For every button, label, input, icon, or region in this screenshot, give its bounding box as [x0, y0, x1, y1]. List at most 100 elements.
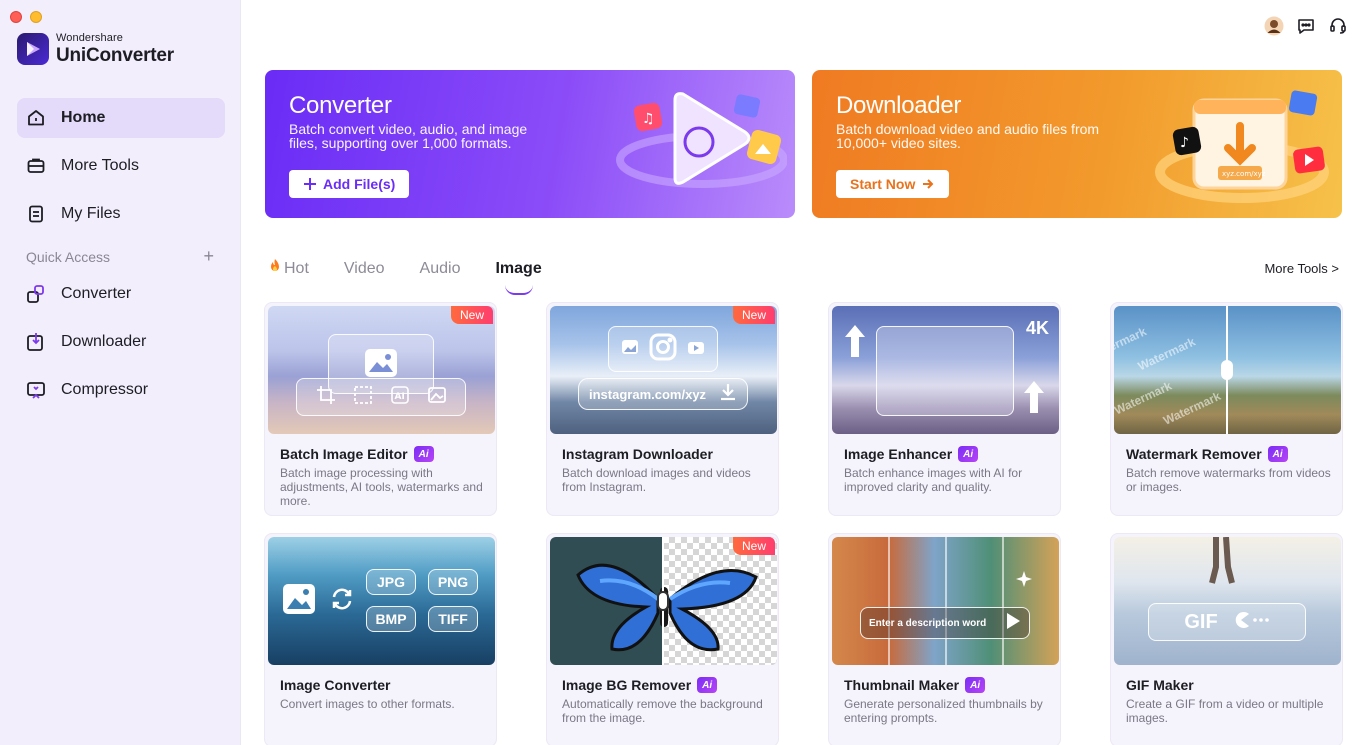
resolution-label: 4K [1025, 318, 1049, 338]
photo-icon [621, 339, 639, 360]
quick-access-label: Quick Access [26, 249, 111, 265]
add-files-button[interactable]: Add File(s) [289, 170, 410, 198]
message-icon[interactable] [1296, 16, 1316, 36]
tab-audio[interactable]: Audio [420, 258, 461, 279]
tool-card-image-enhancer[interactable]: 4K Image Enhancer Ai Batch enhance image… [828, 302, 1061, 516]
quick-access-header: Quick Access + [26, 247, 214, 265]
user-avatar-icon[interactable] [1264, 16, 1284, 36]
tab-video[interactable]: Video [344, 258, 385, 279]
tab-label: Audio [419, 259, 461, 277]
card-title-text: Thumbnail Maker [844, 677, 960, 693]
prompt-input-overlay: Enter a description word [869, 617, 987, 629]
image-file-icon [282, 583, 316, 620]
send-arrow-icon [1005, 612, 1021, 635]
card-title-text: Image Enhancer [844, 446, 953, 462]
arrow-up-icon [1023, 380, 1045, 419]
downloader-illustration-icon: xyz.com/xyz ♪ [1155, 90, 1329, 203]
ai-tool-icon: AI [390, 385, 410, 410]
card-title: Image Converter [280, 677, 390, 693]
tab-hot[interactable]: Hot [268, 258, 309, 279]
tool-card-batch-image-editor[interactable]: New AI Batch Image Editor Ai Batch image… [264, 302, 497, 516]
card-description: Automatically remove the background from… [562, 697, 763, 725]
minimize-window-button[interactable] [30, 11, 42, 23]
card-thumbnail: Enter a description word [832, 537, 1059, 665]
tool-card-watermark-remover[interactable]: Watermark Watermark Watermark Watermark … [1110, 302, 1343, 516]
card-description: Batch enhance images with AI for improve… [844, 466, 1023, 494]
downloader-banner-description: Batch download video and audio files fro… [836, 121, 1100, 151]
fire-icon [268, 258, 282, 279]
downloader-banner-title: Downloader [836, 92, 962, 119]
tool-card-thumbnail-maker[interactable]: Enter a description word Thumbnail Maker… [828, 533, 1061, 745]
tool-card-image-converter[interactable]: JPG PNG BMP TIFF Image Converter Convert… [264, 533, 497, 745]
card-title-text: Image BG Remover [562, 677, 692, 693]
svg-text:♪: ♪ [1180, 135, 1189, 151]
product-name: UniConverter [56, 45, 174, 66]
more-tools-link[interactable]: More Tools > [1264, 261, 1339, 276]
tool-card-gif-maker[interactable]: GIF GIF Maker Create a GIF from a video … [1110, 533, 1343, 745]
card-description: Convert images to other formats. [280, 697, 455, 711]
card-title-text: GIF Maker [1126, 677, 1194, 693]
url-overlay: instagram.com/xyz [589, 386, 707, 402]
headset-support-icon[interactable] [1328, 16, 1348, 36]
crop-icon [316, 385, 336, 410]
card-thumbnail: AI [268, 306, 495, 434]
sidebar-item-label: Converter [61, 285, 132, 302]
new-badge: New [450, 306, 493, 324]
sidebar-item-compressor[interactable]: Compressor [17, 370, 225, 410]
arrow-right-icon [923, 179, 934, 189]
close-window-button[interactable] [10, 11, 22, 23]
card-thumbnail [550, 537, 777, 665]
compressor-icon [25, 379, 47, 401]
sidebar-item-converter[interactable]: Converter [17, 274, 225, 314]
ai-badge: Ai [958, 446, 979, 462]
top-toolbar [1264, 16, 1348, 36]
tab-image[interactable]: Image [495, 258, 542, 295]
converter-icon [25, 283, 47, 305]
add-quick-access-button[interactable]: + [203, 247, 214, 265]
card-title: Watermark Remover Ai [1126, 446, 1288, 462]
sidebar-item-label: Downloader [61, 333, 147, 350]
sidebar-item-label: Home [61, 109, 106, 126]
compare-slider-handle [1221, 360, 1233, 380]
home-icon [25, 107, 47, 129]
downloader-banner[interactable]: Downloader Batch download video and audi… [812, 70, 1342, 218]
start-now-button[interactable]: Start Now [836, 170, 950, 198]
card-title-text: Instagram Downloader [562, 446, 713, 462]
format-chip: BMP [366, 606, 416, 632]
tool-card-instagram-downloader[interactable]: New instagram.com/xyz Instagram Download… [546, 302, 779, 516]
card-title: Image BG Remover Ai [562, 677, 718, 693]
format-chip: JPG [366, 569, 416, 595]
svg-text:♫: ♫ [642, 111, 655, 127]
converter-banner[interactable]: Converter Batch convert video, audio, an… [265, 70, 795, 218]
sidebar-item-label: More Tools [61, 157, 139, 174]
card-description: Batch download images and videos from In… [562, 466, 751, 494]
card-description: Generate personalized thumbnails by ente… [844, 697, 1043, 725]
new-badge: New [732, 537, 775, 555]
sidebar-item-more-tools[interactable]: More Tools [17, 146, 225, 186]
plus-icon [304, 178, 316, 190]
card-description: Create a GIF from a video or multiple im… [1126, 697, 1324, 725]
gif-label: GIF [1184, 610, 1218, 633]
sidebar-item-my-files[interactable]: My Files [17, 194, 225, 234]
converter-banner-title: Converter [289, 92, 392, 119]
app-logo: Wondershare UniConverter [17, 33, 174, 65]
format-chip: TIFF [428, 606, 478, 632]
card-thumbnail: Watermark Watermark Watermark Watermark [1114, 306, 1341, 434]
video-clip-icon [687, 339, 705, 360]
category-tabs: Hot Video Audio Image [268, 258, 577, 295]
files-icon [25, 203, 47, 225]
sidebar-item-home[interactable]: Home [17, 98, 225, 138]
card-title: Batch Image Editor Ai [280, 446, 434, 462]
walking-person-icon [1209, 537, 1235, 584]
resize-icon [353, 385, 373, 410]
downloader-icon [25, 331, 47, 353]
card-title: Thumbnail Maker Ai [844, 677, 986, 693]
url-text: xyz.com/xyz [1222, 170, 1266, 178]
sidebar-item-downloader[interactable]: Downloader [17, 322, 225, 362]
image-icon [427, 385, 447, 410]
tool-card-image-bg-remover[interactable]: New Image BG Remover Ai Automatically re… [546, 533, 779, 745]
card-title-text: Watermark Remover [1126, 446, 1262, 462]
window-controls [10, 11, 42, 23]
sidebar-item-label: My Files [61, 205, 121, 222]
card-thumbnail: JPG PNG BMP TIFF [268, 537, 495, 665]
